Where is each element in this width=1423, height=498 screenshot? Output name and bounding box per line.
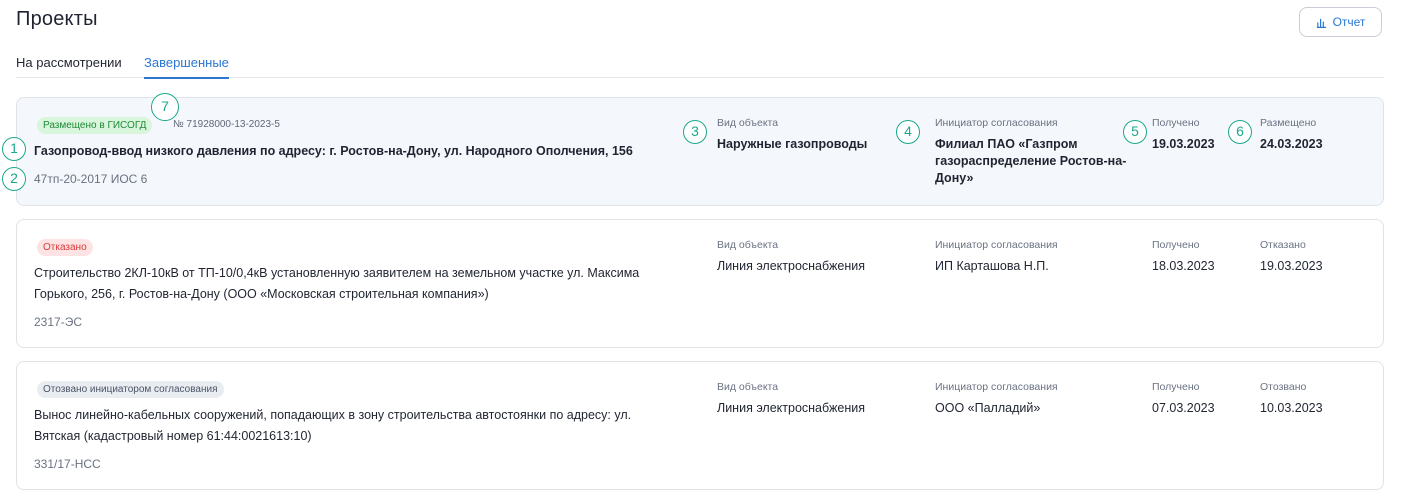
received-label: Получено: [1152, 381, 1200, 393]
received-value: 19.03.2023: [1152, 137, 1215, 151]
project-title: Вынос линейно-кабельных сооружений, попа…: [34, 408, 632, 443]
received-label: Получено: [1152, 239, 1200, 251]
object-type-value: Линия электроснабжения: [717, 401, 865, 415]
tab-under-review[interactable]: На рассмотрении: [16, 55, 122, 78]
final-date-value: 19.03.2023: [1260, 259, 1323, 273]
final-date-label: Отказано: [1260, 239, 1306, 251]
initiator-value: ООО «Палладий»: [935, 401, 1041, 415]
project-code: 2317-ЭС: [34, 315, 82, 329]
received-value: 18.03.2023: [1152, 259, 1215, 273]
object-type-label: Вид объекта: [717, 381, 779, 393]
annotation-marker: 2: [2, 167, 26, 191]
received-label: Получено: [1152, 117, 1200, 129]
project-card[interactable]: Отказано Строительство 2КЛ-10кВ от ТП-10…: [16, 219, 1384, 348]
report-button-label: Отчет: [1332, 15, 1366, 29]
project-title: Газопровод-ввод низкого давления по адре…: [34, 144, 633, 158]
annotation-marker: 3: [683, 120, 707, 144]
object-type-value: Наружные газопроводы: [717, 137, 868, 151]
status-badge: Отказано: [37, 239, 93, 256]
report-button[interactable]: Отчет: [1299, 7, 1382, 37]
annotation-marker: 1: [2, 137, 26, 161]
initiator-value: ИП Карташова Н.П.: [935, 259, 1049, 273]
page-title: Проекты: [16, 8, 98, 30]
annotation-marker: 7: [151, 93, 179, 121]
project-card[interactable]: Размещено в ГИСОГД № 71928000-13-2023-5 …: [16, 97, 1384, 206]
object-type-label: Вид объекта: [717, 117, 779, 129]
initiator-label: Инициатор согласования: [935, 381, 1058, 393]
status-badge: Отозвано инициатором согласования: [37, 381, 224, 398]
annotation-marker: 5: [1123, 120, 1147, 144]
final-date-label: Размещено: [1260, 117, 1317, 129]
object-type-value: Линия электроснабжения: [717, 259, 865, 273]
tab-completed[interactable]: Завершенные: [144, 55, 229, 79]
project-code: 47тп-20-2017 ИОС 6: [34, 172, 148, 186]
initiator-value: Филиал ПАО «Газпром газораспределение Ро…: [935, 137, 1127, 185]
annotation-marker: 4: [896, 120, 920, 144]
final-date-value: 24.03.2023: [1260, 137, 1323, 151]
project-code: 331/17-НСС: [34, 457, 101, 471]
project-title: Строительство 2КЛ-10кВ от ТП-10/0,4кВ ус…: [34, 266, 640, 301]
project-card[interactable]: Отозвано инициатором согласования Вынос …: [16, 361, 1384, 490]
bar-chart-icon: [1316, 18, 1326, 28]
received-value: 07.03.2023: [1152, 401, 1215, 415]
final-date-value: 10.03.2023: [1260, 401, 1323, 415]
annotation-marker: 6: [1228, 120, 1252, 144]
project-number: № 71928000-13-2023-5: [173, 119, 280, 130]
object-type-label: Вид объекта: [717, 239, 779, 251]
initiator-label: Инициатор согласования: [935, 117, 1058, 129]
status-badge: Размещено в ГИСОГД: [37, 117, 153, 134]
final-date-label: Отозвано: [1260, 381, 1307, 393]
tabs: На рассмотрении Завершенные: [16, 55, 1384, 79]
initiator-label: Инициатор согласования: [935, 239, 1058, 251]
